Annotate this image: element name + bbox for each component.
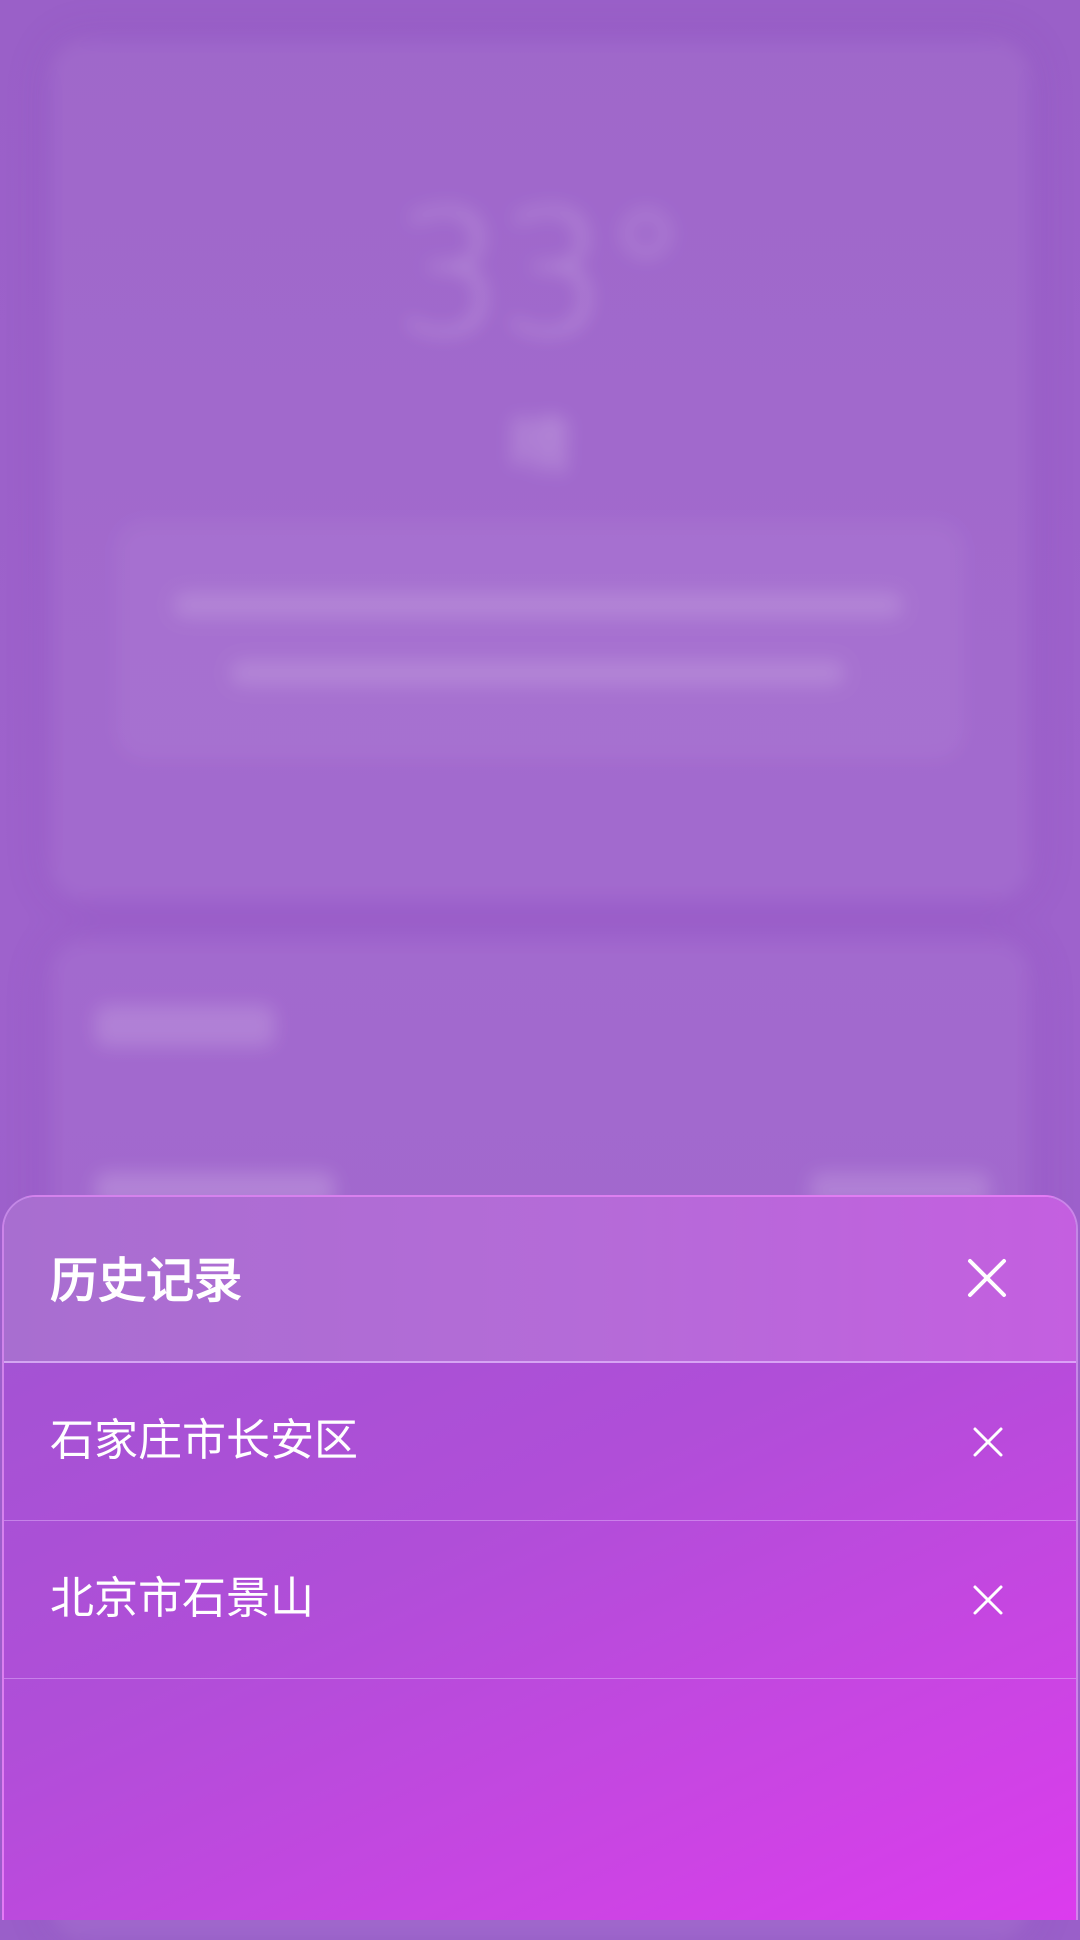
background-temperature: 33°: [395, 176, 688, 374]
close-icon: [973, 1427, 1003, 1457]
background-tip-box: [115, 520, 965, 760]
delete-history-item-button[interactable]: [972, 1426, 1004, 1458]
history-sheet: 历史记录 石家庄市长安区 北京市石景山: [2, 1195, 1078, 1920]
history-item[interactable]: 北京市石景山: [4, 1521, 1076, 1679]
history-sheet-header: 历史记录: [4, 1197, 1076, 1363]
close-icon: [968, 1259, 1006, 1297]
close-history-button[interactable]: [966, 1257, 1008, 1299]
history-list: 石家庄市长安区 北京市石景山: [4, 1363, 1076, 1679]
close-icon: [973, 1585, 1003, 1615]
background-condition: 晴: [508, 409, 571, 482]
history-item[interactable]: 石家庄市长安区: [4, 1363, 1076, 1521]
background-section-title: [95, 1005, 275, 1047]
background-tip-line: [173, 592, 903, 618]
background-tip-line: [230, 660, 845, 686]
history-item-label: 石家庄市长安区: [50, 1415, 358, 1466]
history-item-label: 北京市石景山: [50, 1573, 314, 1624]
history-title: 历史记录: [50, 1253, 243, 1309]
delete-history-item-button[interactable]: [972, 1584, 1004, 1616]
